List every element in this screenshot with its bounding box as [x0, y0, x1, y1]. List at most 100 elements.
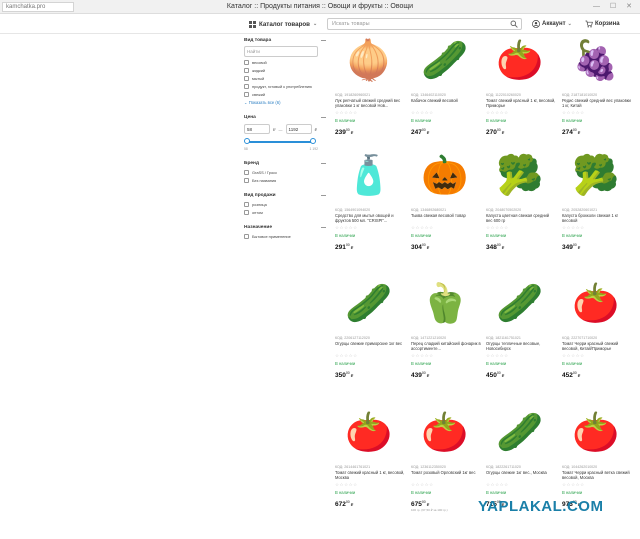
checkbox[interactable]	[244, 60, 249, 65]
product-image[interactable]: 🧴	[333, 147, 405, 205]
product-image[interactable]: 🥒	[333, 275, 405, 333]
product-card[interactable]: 🍅 КОД: 2227071710020 Томат Черри красный с…	[560, 275, 632, 402]
collapse-icon[interactable]	[321, 226, 326, 228]
product-name[interactable]: Томат розовый Орловский 1кг вес	[411, 470, 481, 480]
product-image[interactable]: 🍅	[484, 32, 556, 90]
product-image[interactable]: 🥒	[484, 275, 556, 333]
collapse-icon[interactable]	[321, 39, 326, 41]
product-price: 43900₽	[411, 371, 429, 379]
price-min-input[interactable]: 58	[244, 124, 270, 134]
filter-option-label: жидкий	[252, 68, 266, 73]
currency: ₽	[350, 502, 354, 508]
product-image[interactable]: 🍇	[560, 32, 632, 90]
checkbox[interactable]	[244, 68, 249, 73]
checkbox[interactable]	[244, 210, 249, 215]
search-input[interactable]: Искать товары	[327, 18, 522, 30]
collapse-icon[interactable]	[321, 162, 326, 164]
checkbox[interactable]	[244, 76, 249, 81]
filter-option[interactable]: жидкий	[244, 68, 326, 73]
product-card[interactable]: 🎃 КОД: 1346892680021 Тыква свежая весовой …	[409, 147, 481, 274]
filter-title[interactable]: Цена	[244, 113, 326, 121]
product-name[interactable]: Редис свежий средний вес упаковки 1 кг, …	[562, 98, 632, 108]
checkbox[interactable]	[244, 92, 249, 97]
product-name[interactable]: Кабачок свежий весовой	[411, 98, 481, 108]
checkbox[interactable]	[244, 170, 249, 175]
filter-title[interactable]: Назначение	[244, 223, 326, 231]
filter-option[interactable]: оптом	[244, 210, 326, 215]
product-name[interactable]: Огурцы свежие 1кг вес., Москва	[486, 470, 556, 480]
checkbox[interactable]	[244, 178, 249, 183]
product-card[interactable]: 🥒 КОД: 2206127112020 Огурцы свежие приморс…	[333, 275, 405, 402]
filter-option[interactable]: мытый	[244, 76, 326, 81]
product-image[interactable]: 🥒	[409, 32, 481, 90]
product-name[interactable]: Томат свежий красный 1 кг, весовой, Моск…	[335, 470, 405, 480]
product-card[interactable]: 🍅 КОД: 1122010260020 Томат свежий красный …	[484, 32, 556, 159]
product-name[interactable]: Огурцы свежие приморские 1кг вес	[335, 341, 405, 351]
show-all-link[interactable]: ⌄ Показать все (6)	[244, 100, 326, 105]
product-card[interactable]: 🫑 КОД: 1471221210020 Перец сладкий китайск…	[409, 275, 481, 402]
filter-option[interactable]: Без названия	[244, 178, 326, 183]
product-image[interactable]: 🎃	[409, 147, 481, 205]
product-name[interactable]: Томат Черри красный свежий весовой, Кита…	[562, 341, 632, 351]
product-name[interactable]: Капуста брокколи свежая 1 кг весовой	[562, 213, 632, 223]
product-name[interactable]: Лук репчатый свежий средний вес упаковки…	[335, 98, 405, 108]
product-code: КОД: 1471221210020	[411, 336, 447, 340]
filter-title[interactable]: Вид продажи	[244, 191, 326, 199]
product-name[interactable]: Капуста цветная свежая средний вес 600 г…	[486, 213, 556, 223]
product-name[interactable]: Тыква свежая весовой товар	[411, 213, 481, 223]
catalog-button[interactable]: Каталог товаров ⌄	[249, 19, 317, 30]
filter-option[interactable]: весовой	[244, 60, 326, 65]
filter-option[interactable]: Бытовое применение	[244, 234, 326, 239]
product-card[interactable]: 🥦 КОД: 2052820601021 Капуста брокколи свеж…	[560, 147, 632, 274]
currency: ₽	[577, 130, 581, 136]
product-card[interactable]: 🧴 КОД: 1564901094020 Средство для мытья ов…	[333, 147, 405, 274]
product-image[interactable]: 🫑	[409, 275, 481, 333]
product-image[interactable]: 🥒	[484, 404, 556, 462]
product-name[interactable]: Средство для мытья овощей и фруктов 500 …	[335, 213, 405, 223]
cart-button[interactable]: Корзина	[585, 19, 620, 29]
filter-options: GraSS / Гросс Без названия	[244, 170, 326, 183]
product-name[interactable]: Огурцы тепличные весовые, Новосибирск	[486, 341, 556, 351]
checkbox[interactable]	[244, 234, 249, 239]
product-image[interactable]: 🧅	[333, 32, 405, 90]
filter-title[interactable]: Вид товара	[244, 36, 326, 44]
product-card[interactable]: 🧅 КОД: 1918260960021 Лук репчатый свежий с…	[333, 32, 405, 159]
slider-handle-max[interactable]	[310, 138, 316, 144]
cart-label: Корзина	[595, 21, 620, 27]
product-card[interactable]: 🍅 КОД: 2614461761021 Томат свежий красный …	[333, 404, 405, 531]
product-image[interactable]: 🍅	[409, 404, 481, 462]
product-image[interactable]: 🍅	[560, 275, 632, 333]
filter-option[interactable]: продукт, готовый к употреблению	[244, 84, 326, 89]
product-image[interactable]: 🍅	[333, 404, 405, 462]
filter-option[interactable]: свежий	[244, 92, 326, 97]
product-grid: 🧅 КОД: 1918260960021 Лук репчатый свежий с…	[333, 32, 633, 539]
product-card[interactable]: 🍅 КОД: 1236112350020 Томат розовый Орловск…	[409, 404, 481, 531]
product-image[interactable]: 🍅	[560, 404, 632, 462]
product-card[interactable]: 🥒 КОД: 1821161751021 Огурцы тепличные весо…	[484, 275, 556, 402]
product-card[interactable]: 🍇 КОД: 2187181010020 Редис свежий средний …	[560, 32, 632, 159]
collapse-icon[interactable]	[321, 194, 326, 196]
search-icon[interactable]	[510, 20, 518, 28]
filter-option[interactable]: GraSS / Гросс	[244, 170, 326, 175]
product-card[interactable]: 🥒 КОД: 1346402110020 Кабачок свежий весово…	[409, 32, 481, 159]
price-decimal: 00	[345, 243, 350, 247]
collapse-icon[interactable]	[321, 116, 326, 118]
product-name[interactable]: Перец сладкий китайский фонарик в ассорт…	[411, 341, 481, 351]
product-image[interactable]: 🥦	[560, 147, 632, 205]
product-card[interactable]: 🥦 КОД: 2048070502020 Капуста цветная свежа…	[484, 147, 556, 274]
price-max-input[interactable]: 1192	[285, 124, 312, 134]
filter-search-input[interactable]: Найти	[244, 46, 318, 57]
filter-title[interactable]: Бренд	[244, 159, 326, 167]
stock-status: В наличии	[335, 361, 356, 366]
product-code: КОД: 2206127112020	[335, 336, 370, 340]
checkbox[interactable]	[244, 84, 249, 89]
product-name[interactable]: Томат свежий красный 1 кг, весовой, Прим…	[486, 98, 556, 108]
window-controls[interactable]: — ☐ ✕	[593, 2, 636, 10]
slider-handle-min[interactable]	[244, 138, 250, 144]
checkbox[interactable]	[244, 202, 249, 207]
product-image[interactable]: 🥦	[484, 147, 556, 205]
account-button[interactable]: Аккаунт ⌄	[532, 19, 572, 29]
price-slider[interactable]	[244, 137, 316, 147]
product-name[interactable]: Томат Черри красный ветка свежий весовой…	[562, 470, 632, 480]
filter-option[interactable]: розница	[244, 202, 326, 207]
